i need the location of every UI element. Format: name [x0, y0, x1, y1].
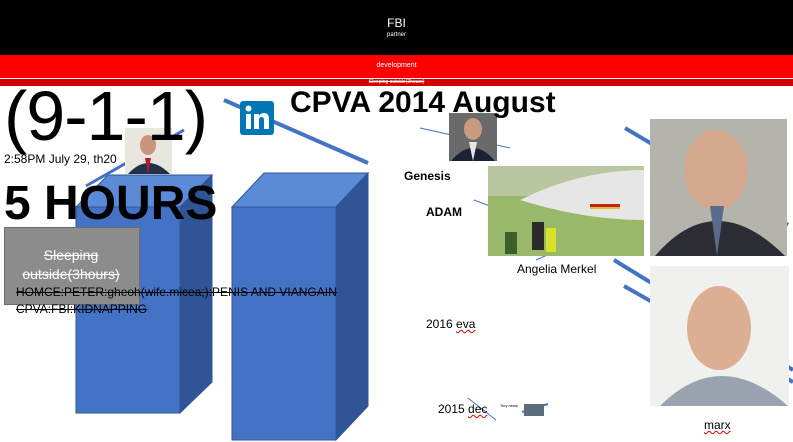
- dec-word: dec: [468, 402, 488, 416]
- headline: CPVA 2014 August: [290, 86, 556, 119]
- genesis-photo: [449, 113, 497, 161]
- sleeping-box-text: Sleeping outside(3hours): [22, 247, 120, 282]
- linkedin-icon: [240, 101, 274, 135]
- eva-word: eva: [456, 317, 476, 331]
- number-911: (9-1-1): [4, 77, 208, 155]
- eva-label: 2016 eva: [426, 317, 475, 331]
- cpva-fbi-line: CPVA:FBI:KIDNAPPING: [16, 302, 148, 316]
- eva-year: 2016: [426, 317, 453, 331]
- datetime-text: 2:58PM July 29, th20: [4, 152, 117, 166]
- column-2-front: [231, 206, 337, 441]
- marx-photo: [650, 266, 789, 406]
- adam-label: ADAM: [426, 205, 462, 219]
- merkel-label: Angelia Merkel: [517, 262, 597, 276]
- dec-year: 2015: [438, 402, 465, 416]
- hours-text: 5 HOURS: [4, 177, 218, 230]
- dec-thumbnail: [524, 404, 544, 416]
- homce-line: HOMCE:PETER:gheoh(wife.micea;):PENIS AND…: [16, 285, 337, 299]
- genesis-label: Genesis: [404, 169, 451, 183]
- gorbachev-photo: [650, 119, 787, 256]
- tiny-news-text: Tiny news: [500, 403, 518, 408]
- merkel-scene-photo: [488, 166, 644, 256]
- column-2-side: [335, 171, 369, 442]
- dec-label: 2015 dec: [438, 402, 487, 416]
- marx-label: marx: [704, 418, 731, 432]
